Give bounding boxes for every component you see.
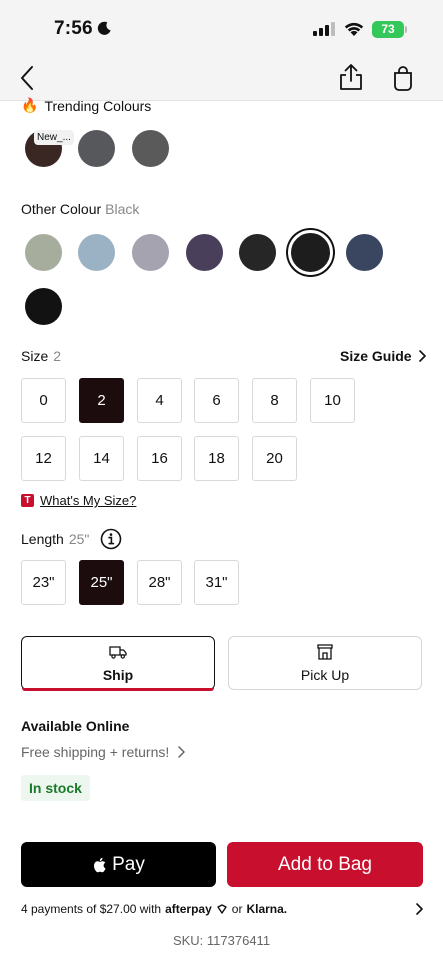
colour-swatch-2[interactable]	[132, 234, 169, 271]
size-heading: Size 2	[21, 348, 61, 364]
size-option-6[interactable]: 6	[194, 378, 239, 423]
apple-logo-icon	[94, 857, 106, 872]
battery-indicator: 73	[372, 21, 404, 38]
chevron-right-icon	[418, 350, 426, 362]
trending-colours-heading: 🔥 Trending Colours	[21, 97, 151, 114]
shopping-bag-icon[interactable]	[391, 64, 415, 92]
colour-swatch-0[interactable]	[25, 234, 62, 271]
length-heading: Length 25"	[21, 531, 89, 547]
selected-size-value: 2	[53, 348, 62, 364]
colour-swatch-6[interactable]	[346, 234, 383, 271]
installment-text: 4 payments of $27.00 with	[21, 902, 162, 916]
or-text: or	[231, 902, 243, 916]
signal-icon	[313, 22, 335, 36]
size-option-4[interactable]: 4	[137, 378, 182, 423]
stock-status-badge: In stock	[21, 775, 90, 801]
share-icon[interactable]	[338, 62, 364, 92]
size-option-2[interactable]: 2	[79, 378, 124, 423]
length-option-25[interactable]: 25"	[79, 560, 124, 605]
fire-icon: 🔥	[21, 97, 39, 113]
battery-cap	[405, 26, 407, 33]
wifi-icon	[344, 22, 364, 36]
length-label: Length	[21, 531, 64, 547]
chevron-right-icon[interactable]	[414, 902, 424, 916]
status-time: 7:56	[54, 18, 93, 39]
add-to-bag-button[interactable]: Add to Bag	[227, 842, 423, 887]
back-arrow-icon[interactable]	[14, 62, 42, 94]
whats-my-size-link[interactable]: What's My Size?	[40, 493, 136, 508]
size-option-0[interactable]: 0	[21, 378, 66, 423]
trending-swatch-1[interactable]	[78, 130, 115, 167]
chevron-right-icon	[178, 746, 185, 758]
other-colour-heading: Other Colour Black	[21, 201, 139, 217]
installment-payments-row[interactable]: 4 payments of $27.00 with afterpay or Kl…	[21, 902, 287, 916]
info-icon[interactable]	[100, 528, 122, 550]
size-option-12[interactable]: 12	[21, 436, 66, 481]
whats-my-size-row: T What's My Size?	[21, 493, 136, 508]
colour-swatch-1[interactable]	[78, 234, 115, 271]
trending-swatch-2[interactable]	[132, 130, 169, 167]
new-badge: New_...	[34, 130, 74, 145]
afterpay-arrows-icon	[217, 904, 227, 914]
moon-icon	[97, 21, 111, 35]
other-colour-label: Other Colour	[21, 201, 102, 217]
ship-option[interactable]: Ship	[21, 636, 215, 691]
truck-icon	[109, 646, 127, 659]
size-option-16[interactable]: 16	[137, 436, 182, 481]
size-option-10[interactable]: 10	[310, 378, 355, 423]
size-option-14[interactable]: 14	[79, 436, 124, 481]
store-icon	[317, 644, 333, 660]
length-option-28[interactable]: 28"	[137, 560, 182, 605]
sku-text: SKU: 117376411	[172, 933, 271, 948]
ship-selected-indicator	[22, 687, 214, 691]
size-guide-label: Size Guide	[340, 348, 412, 364]
colour-swatch-3[interactable]	[186, 234, 223, 271]
size-label: Size	[21, 348, 49, 364]
length-option-31[interactable]: 31"	[194, 560, 239, 605]
free-shipping-link[interactable]: Free shipping + returns!	[21, 744, 185, 760]
size-option-18[interactable]: 18	[194, 436, 239, 481]
klarna-logo: Klarna.	[246, 902, 288, 916]
size-option-8[interactable]: 8	[252, 378, 297, 423]
pickup-option[interactable]: Pick Up	[228, 636, 422, 690]
status-bar: 7:56 73	[0, 0, 443, 58]
size-option-20[interactable]: 20	[252, 436, 297, 481]
ship-label: Ship	[102, 667, 134, 683]
selected-length-value: 25"	[68, 531, 90, 547]
size-guide-link[interactable]: Size Guide	[340, 348, 426, 364]
selected-colour-value: Black	[105, 201, 140, 217]
colour-swatch-5[interactable]	[288, 230, 333, 275]
free-shipping-label: Free shipping + returns!	[21, 744, 170, 760]
apple-pay-label: Pay	[112, 853, 145, 875]
apple-pay-button[interactable]: Pay	[21, 842, 216, 887]
pickup-label: Pick Up	[300, 667, 350, 683]
afterpay-logo: afterpay	[165, 902, 212, 916]
availability-title: Available Online	[21, 718, 130, 734]
colour-swatch-4[interactable]	[239, 234, 276, 271]
colour-swatch-7[interactable]	[25, 288, 62, 325]
nav-bar	[0, 58, 443, 101]
length-option-23[interactable]: 23"	[21, 560, 66, 605]
target-t-icon: T	[21, 494, 34, 507]
trending-colours-label: Trending Colours	[44, 97, 152, 114]
